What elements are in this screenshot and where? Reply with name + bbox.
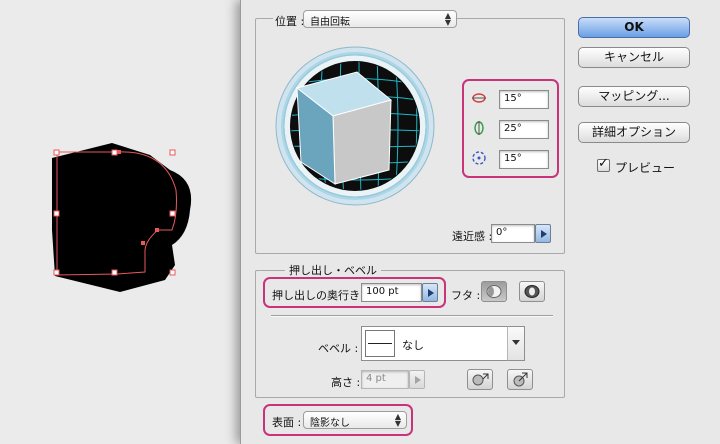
bevel-inward-button[interactable] <box>507 369 533 390</box>
bevel-dropdown-button[interactable] <box>507 326 525 361</box>
bevel-outward-icon <box>472 373 489 386</box>
checkmark-icon: ✓ <box>598 156 609 171</box>
rotation-highlight-box <box>462 79 559 178</box>
position-label: 位置 : <box>273 13 307 29</box>
artboard-canvas[interactable] <box>0 0 240 444</box>
bevel-outward-button[interactable] <box>467 369 493 390</box>
selected-shape-artwork[interactable] <box>0 0 240 444</box>
bevel-select[interactable]: なし <box>361 326 525 361</box>
position-preset-select[interactable]: 自由回転 ▲ ▼ <box>303 10 457 28</box>
position-preset-value: 自由回転 <box>310 17 350 28</box>
bevel-preview-line <box>365 330 395 357</box>
extrude-bevel-title: 押し出し・ベベル <box>285 262 381 278</box>
perspective-label: 遠近感 : <box>452 230 493 243</box>
perspective-slider-button[interactable] <box>535 224 551 243</box>
ok-button[interactable]: OK <box>578 17 690 38</box>
more-options-button[interactable]: 詳細オプション <box>578 122 690 143</box>
surface-highlight-box <box>263 404 413 436</box>
perspective-value: 0° <box>496 227 508 238</box>
bevel-height-label: 高さ : <box>331 376 361 389</box>
updown-arrows-icon: ▲ ▼ <box>444 11 451 27</box>
cap-on-icon <box>486 285 502 298</box>
perspective-field[interactable]: 0° <box>491 224 535 243</box>
extrude-depth-highlight-box <box>263 277 446 308</box>
preview-label: プレビュー <box>615 161 676 175</box>
rotation-track-cube[interactable] <box>275 46 435 206</box>
bevel-value: なし <box>402 339 424 352</box>
cap-off-button[interactable] <box>519 281 545 302</box>
preview-checkbox[interactable]: ✓ <box>597 156 610 172</box>
bevel-label: ベベル : <box>318 342 359 355</box>
chevron-down-icon <box>512 340 520 345</box>
cancel-button[interactable]: キャンセル <box>578 47 690 68</box>
bevel-height-value: 4 pt <box>366 373 386 384</box>
3d-effect-dialog: 位置 : 自由回転 ▲ ▼ 15° 25° 15° 遠近感: 0° 押し出し・… <box>240 0 720 444</box>
cap-off-icon <box>524 285 540 298</box>
mapping-button[interactable]: マッピング... <box>578 86 690 107</box>
extrude-separator <box>271 315 553 317</box>
bevel-height-slider-button[interactable] <box>409 370 425 389</box>
cap-label: フタ : <box>451 289 481 302</box>
bevel-height-field[interactable]: 4 pt <box>361 370 409 389</box>
cap-on-button[interactable] <box>481 281 507 302</box>
bevel-inward-icon <box>513 372 528 387</box>
